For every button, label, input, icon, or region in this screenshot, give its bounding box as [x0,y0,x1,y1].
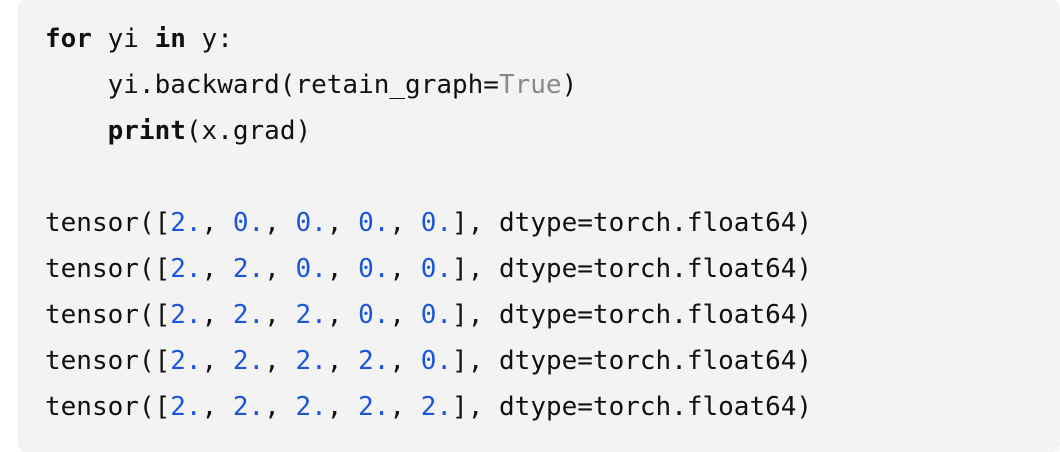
separator: , [389,300,421,330]
separator: , [264,300,296,330]
separator: , [201,208,233,238]
tensor-value: 0. [295,208,327,238]
output-suffix: ], dtype=torch.float64) [452,392,813,422]
output-suffix: ], dtype=torch.float64) [452,346,813,376]
tensor-value: 2. [295,346,327,376]
separator: , [326,254,359,284]
separator: , [201,254,233,284]
separator: , [326,300,359,330]
output-prefix: tensor([ [45,300,171,330]
tensor-value: 0. [358,208,390,238]
tensor-value: 2. [170,300,202,330]
code-line-for: for yi in y: [45,16,1060,62]
tensor-value: 0. [295,254,327,284]
constant-true: True [498,70,562,100]
tensor-value: 0. [420,254,453,284]
separator: , [201,392,233,422]
separator: , [201,346,233,376]
tensor-value: 2. [170,208,202,238]
code-text: yi [91,24,155,54]
separator: , [201,300,233,330]
tensor-value: 2. [232,346,265,376]
output-prefix: tensor([ [45,208,171,238]
separator: , [389,346,421,376]
output-line: tensor([2., 2., 2., 2., 0.], dtype=torch… [45,338,1060,384]
separator: , [389,208,421,238]
separator: , [389,254,421,284]
keyword-for: for [45,24,92,54]
tensor-value: 2. [358,392,390,422]
separator: , [264,392,296,422]
output-area: tensor([2., 0., 0., 0., 0.], dtype=torch… [45,200,1060,430]
separator: , [264,208,296,238]
code-text: ) [561,70,578,100]
tensor-value: 0. [358,254,390,284]
separator: , [389,392,421,422]
tensor-value: 2. [295,300,327,330]
output-prefix: tensor([ [45,392,171,422]
tensor-value: 2. [170,254,202,284]
separator: , [326,346,359,376]
tensor-value: 2. [170,346,202,376]
separator: , [264,346,296,376]
output-suffix: ], dtype=torch.float64) [452,254,813,284]
tensor-value: 0. [358,300,390,330]
tensor-value: 2. [170,392,202,422]
tensor-value: 0. [420,300,453,330]
separator: , [326,208,359,238]
output-suffix: ], dtype=torch.float64) [452,300,813,330]
tensor-value: 2. [420,392,453,422]
output-line: tensor([2., 0., 0., 0., 0.], dtype=torch… [45,200,1060,246]
tensor-value: 2. [232,300,265,330]
tensor-value: 0. [420,346,453,376]
tensor-value: 2. [232,254,265,284]
separator: , [326,392,359,422]
builtin-print: print [107,116,186,146]
output-line: tensor([2., 2., 2., 0., 0.], dtype=torch… [45,292,1060,338]
output-prefix: tensor([ [45,254,171,284]
output-prefix: tensor([ [45,346,171,376]
tensor-value: 2. [295,392,327,422]
tensor-value: 2. [232,392,265,422]
keyword-in: in [154,24,186,54]
tensor-value: 0. [420,208,453,238]
code-line-backward: yi.backward(retain_graph=True) [45,62,1060,108]
code-text: (x.grad) [185,116,312,146]
tensor-value: 0. [232,208,265,238]
code-text: yi.backward(retain_graph= [107,70,499,100]
separator: , [264,254,296,284]
code-line-print: print(x.grad) [45,108,1060,154]
code-cell: for yi in y: yi.backward(retain_graph=Tr… [18,0,1060,452]
output-line: tensor([2., 2., 2., 2., 2.], dtype=torch… [45,384,1060,430]
tensor-value: 2. [358,346,390,376]
output-suffix: ], dtype=torch.float64) [452,208,813,238]
output-line: tensor([2., 2., 0., 0., 0.], dtype=torch… [45,246,1060,292]
code-text: y: [185,24,233,54]
